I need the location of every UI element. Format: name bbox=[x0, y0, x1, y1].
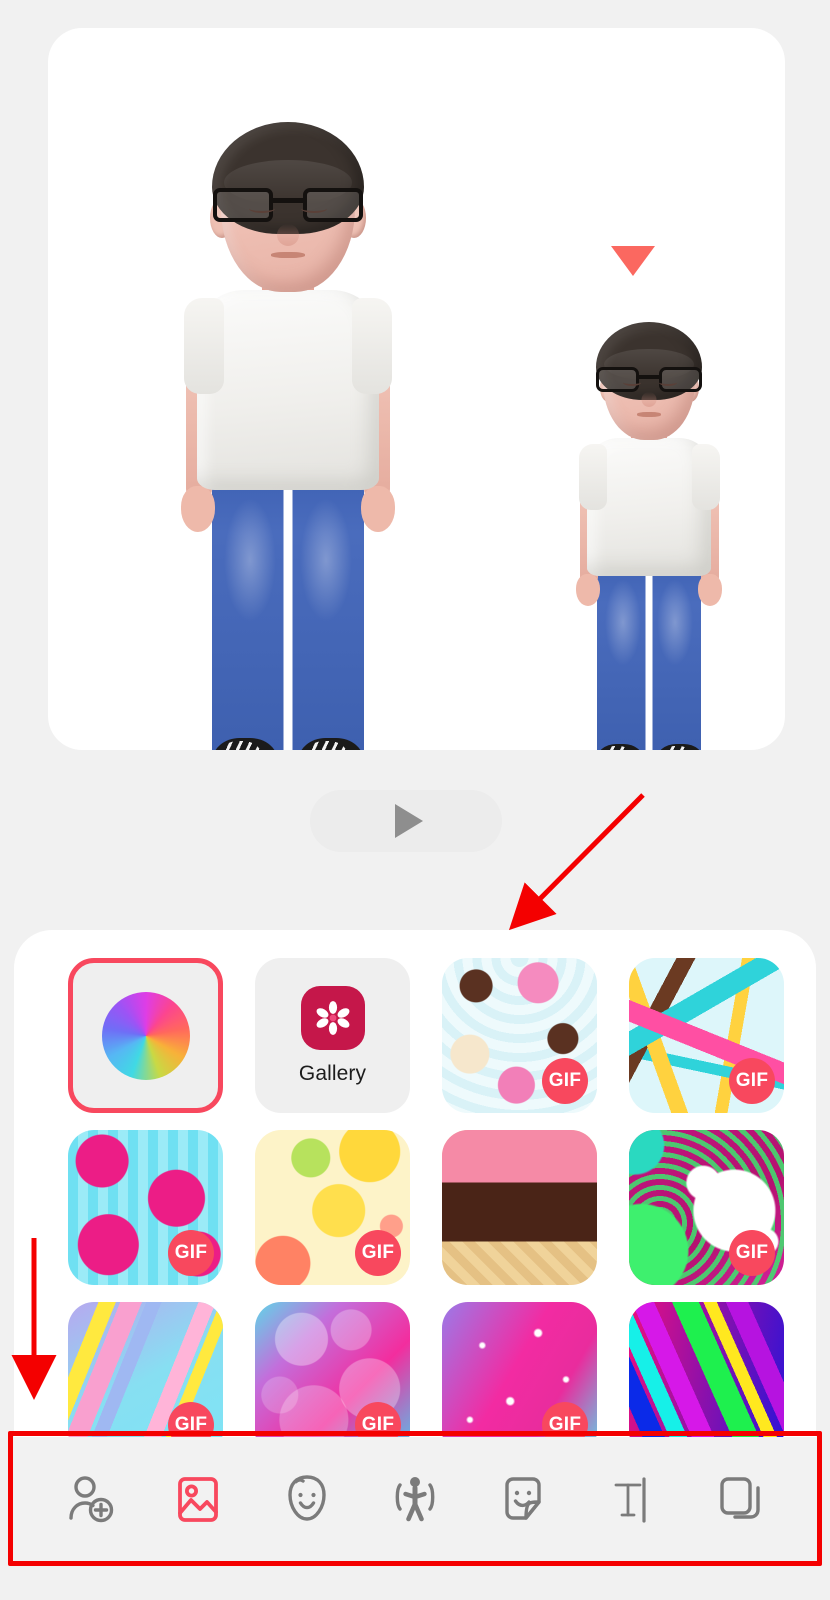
avatar-sleeve-left bbox=[579, 444, 607, 510]
background-tile-paint-splash-pattern[interactable]: GIF bbox=[629, 1130, 784, 1285]
avatar-hand-left bbox=[576, 574, 600, 606]
selection-triangle-marker bbox=[611, 246, 655, 276]
background-grid: Gallery GIF GIF GIF GIF GIF GIF GIF GIF bbox=[68, 958, 784, 1470]
annotation-highlight-box-toolbar bbox=[8, 1431, 822, 1566]
color-wheel-icon bbox=[101, 991, 190, 1080]
background-tile-citrus-pattern[interactable]: GIF bbox=[255, 1130, 410, 1285]
gallery-app-icon bbox=[300, 985, 365, 1050]
background-tile-watermelon-pattern[interactable]: GIF bbox=[68, 1130, 223, 1285]
avatar-eye-right bbox=[659, 379, 677, 386]
avatar-hand-right bbox=[361, 486, 395, 532]
avatar-canvas[interactable] bbox=[48, 28, 785, 750]
play-icon bbox=[395, 804, 423, 838]
gif-badge: GIF bbox=[729, 1230, 775, 1276]
gallery-label: Gallery bbox=[298, 1061, 367, 1085]
avatar-large[interactable] bbox=[148, 86, 428, 750]
gif-badge: GIF bbox=[168, 1230, 214, 1276]
avatar-eye-right bbox=[301, 204, 327, 213]
avatar-nose bbox=[277, 224, 299, 246]
gif-badge: GIF bbox=[542, 1058, 588, 1104]
annotation-arrow-to-background-grid bbox=[508, 793, 645, 931]
avatar-glasses bbox=[595, 366, 703, 395]
avatar-shoe-left bbox=[212, 738, 278, 750]
avatar-eye-left bbox=[249, 204, 275, 213]
avatar-sleeve-left bbox=[184, 298, 224, 394]
avatar-eye-left bbox=[623, 379, 641, 386]
avatar-glasses bbox=[211, 186, 365, 226]
background-tile-ice-cream-pattern[interactable]: GIF bbox=[629, 958, 784, 1113]
play-button[interactable] bbox=[310, 790, 502, 852]
avatar-shoe-right bbox=[656, 744, 704, 750]
background-tile-donut-pattern[interactable]: GIF bbox=[442, 958, 597, 1113]
avatar-sleeve-right bbox=[352, 298, 392, 394]
background-tile-sundae-drip-pattern[interactable] bbox=[442, 1130, 597, 1285]
background-picker-sheet: Gallery GIF GIF GIF GIF GIF GIF GIF GIF bbox=[14, 930, 816, 1490]
avatar-mouth bbox=[637, 412, 661, 417]
background-tile-gallery[interactable]: Gallery bbox=[255, 958, 410, 1113]
avatar-leg-gap bbox=[645, 572, 653, 750]
avatar-mouth bbox=[271, 252, 305, 258]
avatar-hand-right bbox=[698, 574, 722, 606]
avatar-leg-gap bbox=[283, 488, 293, 750]
gif-badge: GIF bbox=[355, 1230, 401, 1276]
ar-emoji-editor-screen: Gallery GIF GIF GIF GIF GIF GIF GIF GIF bbox=[0, 0, 830, 1600]
avatar-hand-left bbox=[181, 486, 215, 532]
avatar-shoe-left bbox=[596, 744, 644, 750]
background-tile-color-picker[interactable] bbox=[68, 958, 223, 1113]
avatar-shoe-right bbox=[298, 738, 364, 750]
gif-badge: GIF bbox=[729, 1058, 775, 1104]
pattern-thumbnail bbox=[442, 1130, 597, 1285]
avatar-sleeve-right bbox=[692, 444, 720, 510]
avatar-small[interactable] bbox=[554, 296, 744, 750]
